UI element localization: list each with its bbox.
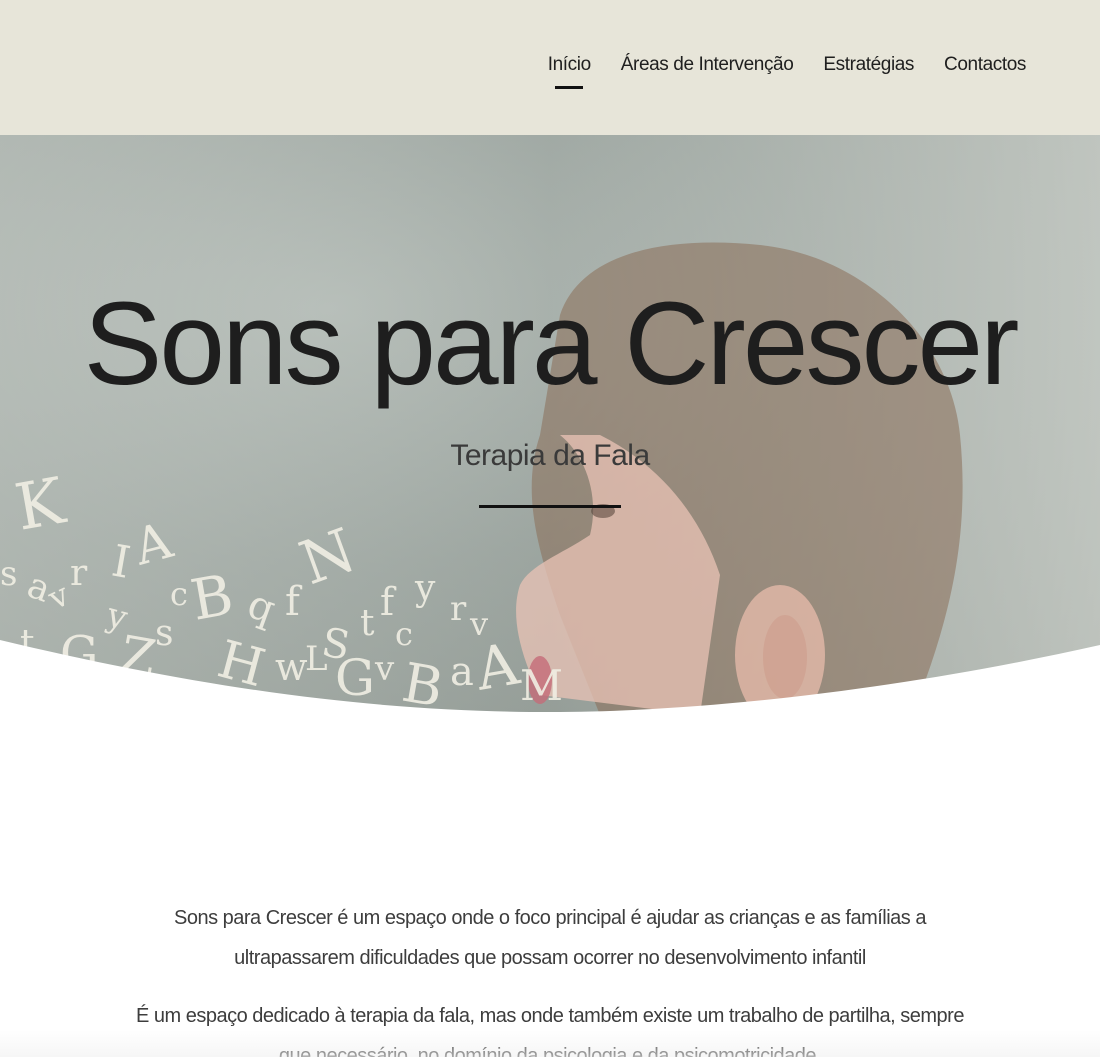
hero-image-child-speaking: K A I r a s v y c B q f N f y r v t c S …	[0, 242, 963, 715]
nav-item-estrategias[interactable]: Estratégias	[823, 54, 914, 76]
hero-subtitle: Terapia da Fala	[450, 439, 650, 472]
svg-text:I: I	[108, 536, 134, 589]
svg-text:r: r	[450, 589, 467, 629]
svg-text:s: s	[0, 554, 17, 594]
nav-item-contactos[interactable]: Contactos	[944, 54, 1026, 76]
hero-divider	[479, 505, 621, 508]
nav-item-inicio[interactable]: Início	[548, 54, 591, 76]
hero-title: Sons para Crescer	[83, 278, 1020, 410]
hero-banner: K A I r a s v y c B q f N f y r v t c S …	[0, 135, 1100, 715]
intro-paragraph-1: Sons para Crescer é um espaço onde o foc…	[174, 907, 926, 969]
svg-text:A: A	[127, 511, 179, 577]
svg-text:r: r	[70, 553, 88, 594]
svg-text:q: q	[242, 581, 282, 633]
svg-text:K: K	[10, 464, 71, 545]
site-header: Início Áreas de Intervenção Estratégias …	[0, 0, 1100, 135]
svg-text:t: t	[360, 603, 375, 644]
svg-text:B: B	[186, 563, 238, 634]
hero-wave-divider	[0, 640, 1100, 715]
main-nav: Início Áreas de Intervenção Estratégias …	[548, 54, 1027, 76]
bottom-fade	[0, 1030, 1100, 1057]
svg-text:N: N	[291, 515, 364, 599]
svg-text:f: f	[285, 579, 303, 625]
svg-text:y: y	[414, 568, 436, 609]
nav-item-areas-de-intervencao[interactable]: Áreas de Intervenção	[621, 54, 794, 76]
svg-text:c: c	[170, 575, 188, 613]
